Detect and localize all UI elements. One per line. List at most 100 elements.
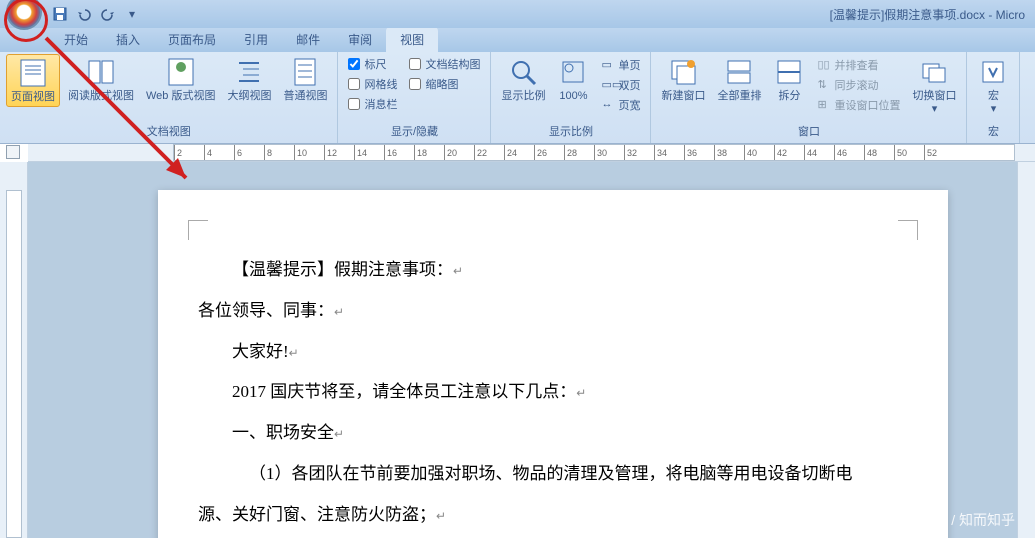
one-page-button[interactable]: ▭单页 [599, 56, 642, 74]
title-bar: ▾ [温馨提示]假期注意事项.docx - Micro [0, 0, 1035, 28]
doc-line-2[interactable]: 各位领导、同事： [198, 301, 334, 320]
tab-references[interactable]: 引用 [230, 27, 282, 52]
two-page-icon: ▭▭ [601, 78, 615, 92]
group-doc-views-label: 文档视图 [6, 121, 331, 141]
side-by-side-button: ▯▯并排查看 [815, 56, 902, 74]
zoom-button[interactable]: 显示比例 [497, 54, 549, 105]
doc-line-5[interactable]: 一、职场安全 [232, 423, 334, 442]
para-mark-icon: ↵ [334, 305, 344, 319]
group-macros: 宏▾ 宏 [967, 52, 1020, 143]
tab-view[interactable]: 视图 [386, 27, 438, 52]
office-button[interactable] [6, 0, 42, 30]
quick-access-toolbar: ▾ [50, 4, 142, 24]
outline-view-label: 大纲视图 [227, 90, 271, 103]
gridlines-checkbox[interactable]: 网格线 [348, 76, 397, 92]
ruler-tick: 12 [324, 145, 337, 160]
ruler-checkbox[interactable]: 标尺 [348, 56, 397, 72]
ruler-tick: 10 [294, 145, 307, 160]
ruler-scale: 2468101214161820222426283032343638404244… [173, 144, 1015, 161]
redo-icon[interactable] [98, 4, 118, 24]
ruler-tick: 20 [444, 145, 457, 160]
split-button[interactable]: 拆分 [769, 54, 809, 105]
qat-dropdown-icon[interactable]: ▾ [122, 4, 142, 24]
side-by-side-icon: ▯▯ [817, 58, 831, 72]
ribbon: 页面视图 阅读版式视图 Web 版式视图 大纲视图 普通视图 文档视图 [0, 52, 1035, 144]
margin-corner-tr [898, 220, 918, 240]
hundred-button[interactable]: 100% [553, 54, 593, 105]
document-area[interactable]: 【温馨提示】假期注意事项：↵ 各位领导、同事：↵ 大家好!↵ 2017 国庆节将… [28, 162, 1035, 538]
macros-icon [977, 56, 1009, 88]
docmap-checkbox[interactable]: 文档结构图 [409, 56, 480, 72]
tab-mailings[interactable]: 邮件 [282, 27, 334, 52]
para-mark-icon: ↵ [436, 509, 446, 523]
group-window: 新建窗口 全部重排 拆分 ▯▯并排查看 ⇅同步滚动 ⊞重设窗口位置 切换窗口▾ … [651, 52, 967, 143]
thumbnails-checkbox[interactable]: 缩略图 [409, 76, 480, 92]
doc-line-1[interactable]: 【温馨提示】假期注意事项： [232, 260, 453, 279]
group-zoom: 显示比例 100% ▭单页 ▭▭双页 ↔页宽 显示比例 [491, 52, 651, 143]
switch-window-label: 切换窗口▾ [912, 90, 956, 116]
ruler-tick: 22 [474, 145, 487, 160]
ruler-tick: 48 [864, 145, 877, 160]
ruler-tick: 18 [414, 145, 427, 160]
vertical-scrollbar[interactable] [1017, 162, 1035, 538]
zoom-label: 显示比例 [501, 90, 545, 103]
ruler-tick: 44 [804, 145, 817, 160]
reading-view-icon [85, 56, 117, 88]
ribbon-tabs: 开始 插入 页面布局 引用 邮件 审阅 视图 [0, 28, 1035, 52]
ruler-tick: 30 [594, 145, 607, 160]
doc-line-7[interactable]: 源、关好门窗、注意防火防盗； [198, 505, 436, 524]
ruler-tick: 4 [204, 145, 212, 160]
arrange-button[interactable]: 全部重排 [713, 54, 765, 105]
outline-view-icon [233, 56, 265, 88]
two-page-button[interactable]: ▭▭双页 [599, 76, 642, 94]
ruler-tick: 34 [654, 145, 667, 160]
vertical-ruler[interactable] [0, 162, 28, 538]
reading-view-button[interactable]: 阅读版式视图 [64, 54, 138, 105]
web-view-button[interactable]: Web 版式视图 [142, 54, 219, 105]
page-view-icon [17, 57, 49, 89]
outline-view-button[interactable]: 大纲视图 [223, 54, 275, 105]
msgbar-checkbox[interactable]: 消息栏 [348, 96, 397, 112]
page-width-button[interactable]: ↔页宽 [599, 96, 642, 114]
undo-icon[interactable] [74, 4, 94, 24]
para-mark-icon: ↵ [453, 264, 463, 278]
ruler-v-scale [6, 190, 22, 538]
reading-view-label: 阅读版式视图 [68, 90, 134, 103]
group-zoom-label: 显示比例 [497, 121, 644, 141]
group-doc-views: 页面视图 阅读版式视图 Web 版式视图 大纲视图 普通视图 文档视图 [0, 52, 338, 143]
margin-corner-tl [188, 220, 208, 240]
ruler-tick: 38 [714, 145, 727, 160]
macros-label: 宏▾ [988, 90, 999, 116]
ruler-tick: 42 [774, 145, 787, 160]
save-icon[interactable] [50, 4, 70, 24]
new-window-button[interactable]: 新建窗口 [657, 54, 709, 105]
draft-view-button[interactable]: 普通视图 [279, 54, 331, 105]
ruler-tick: 46 [834, 145, 847, 160]
ruler-tick: 16 [384, 145, 397, 160]
page[interactable]: 【温馨提示】假期注意事项：↵ 各位领导、同事：↵ 大家好!↵ 2017 国庆节将… [158, 190, 948, 538]
ruler-tick: 32 [624, 145, 637, 160]
tab-insert[interactable]: 插入 [102, 27, 154, 52]
reset-pos-icon: ⊞ [817, 98, 831, 112]
one-page-icon: ▭ [601, 58, 615, 72]
tab-review[interactable]: 审阅 [334, 27, 386, 52]
doc-line-6[interactable]: （1）各团队在节前要加强对职场、物品的清理及管理，将电脑等用电设备切断电 [249, 464, 853, 483]
page-view-label: 页面视图 [11, 91, 55, 104]
macros-button[interactable]: 宏▾ [973, 54, 1013, 118]
page-view-button[interactable]: 页面视图 [6, 54, 60, 107]
ruler-corner[interactable] [6, 145, 20, 159]
doc-line-4[interactable]: 2017 国庆节将至，请全体员工注意以下几点： [232, 382, 576, 401]
document-text[interactable]: 【温馨提示】假期注意事项：↵ 各位领导、同事：↵ 大家好!↵ 2017 国庆节将… [198, 250, 908, 536]
group-window-label: 窗口 [657, 121, 960, 141]
watermark: 头条号 / 知而知乎 [905, 510, 1015, 530]
split-icon [773, 56, 805, 88]
doc-line-3[interactable]: 大家好! [232, 342, 289, 361]
web-view-icon [165, 56, 197, 88]
switch-window-button[interactable]: 切换窗口▾ [908, 54, 960, 118]
workspace: 【温馨提示】假期注意事项：↵ 各位领导、同事：↵ 大家好!↵ 2017 国庆节将… [0, 162, 1035, 538]
tab-layout[interactable]: 页面布局 [154, 27, 230, 52]
sync-scroll-button: ⇅同步滚动 [815, 76, 902, 94]
horizontal-ruler[interactable]: 2468101214161820222426283032343638404244… [28, 144, 1035, 162]
tab-start[interactable]: 开始 [50, 27, 102, 52]
split-label: 拆分 [778, 90, 800, 103]
